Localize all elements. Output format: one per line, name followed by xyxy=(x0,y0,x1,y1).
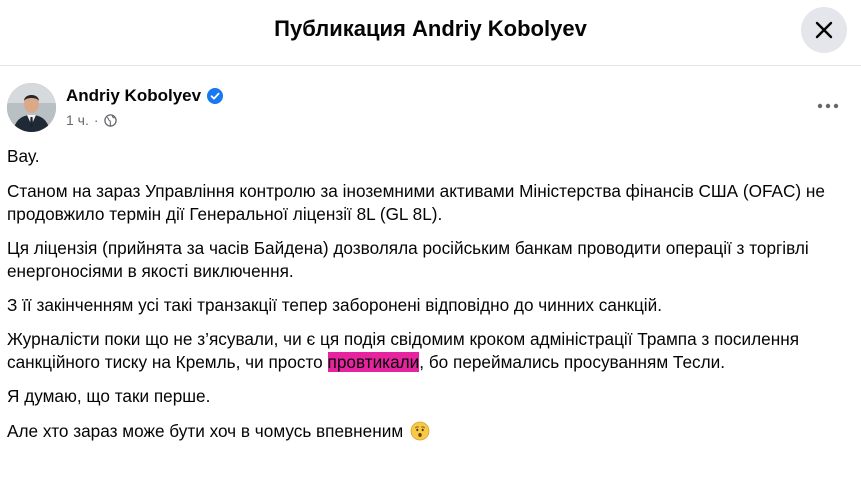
post-header: Andriy Kobolyev 1 ч. · xyxy=(0,66,861,136)
post-paragraph: З її закінченням усі такі транзакції теп… xyxy=(7,295,662,315)
post-paragraph: Вау. xyxy=(7,146,40,166)
verified-badge-icon xyxy=(207,88,224,104)
highlighted-word: провтикали xyxy=(327,352,420,372)
post-paragraph: Але хто зараз може бути хоч в чомусь впе… xyxy=(7,420,857,443)
author-row: Andriy Kobolyev xyxy=(66,86,224,106)
close-icon[interactable] xyxy=(814,20,834,40)
worried-face-emoji-icon xyxy=(410,421,430,441)
close-button[interactable] xyxy=(801,7,847,53)
post-paragraph: Станом на зараз Управління контролю за і… xyxy=(7,181,825,224)
author-name[interactable]: Andriy Kobolyev xyxy=(66,86,201,106)
avatar[interactable] xyxy=(7,83,56,132)
meta-separator: · xyxy=(93,112,99,128)
more-options-button[interactable] xyxy=(808,88,848,124)
paragraph-text: , бо переймались просуванням Тесли. xyxy=(419,352,726,372)
globe-icon[interactable] xyxy=(103,113,117,127)
post-body: Вау. Станом на зараз Управління контролю… xyxy=(7,145,857,454)
more-horizontal-icon[interactable] xyxy=(817,103,839,109)
post-paragraph: Ця ліцензія (прийнята за часів Байдена) … xyxy=(7,238,809,281)
post-time[interactable]: 1 ч. xyxy=(66,112,89,128)
dialog-title: Публикация Andriy Kobolyev xyxy=(274,16,587,41)
post-meta: 1 ч. · xyxy=(66,112,117,128)
post-paragraph: Журналісти поки що не з’ясували, чи є ця… xyxy=(7,328,857,374)
post-paragraph: Я думаю, що таки перше. xyxy=(7,386,211,406)
paragraph-text: Але хто зараз може бути хоч в чомусь впе… xyxy=(7,421,404,441)
dialog-header: Публикация Andriy Kobolyev xyxy=(0,0,861,66)
